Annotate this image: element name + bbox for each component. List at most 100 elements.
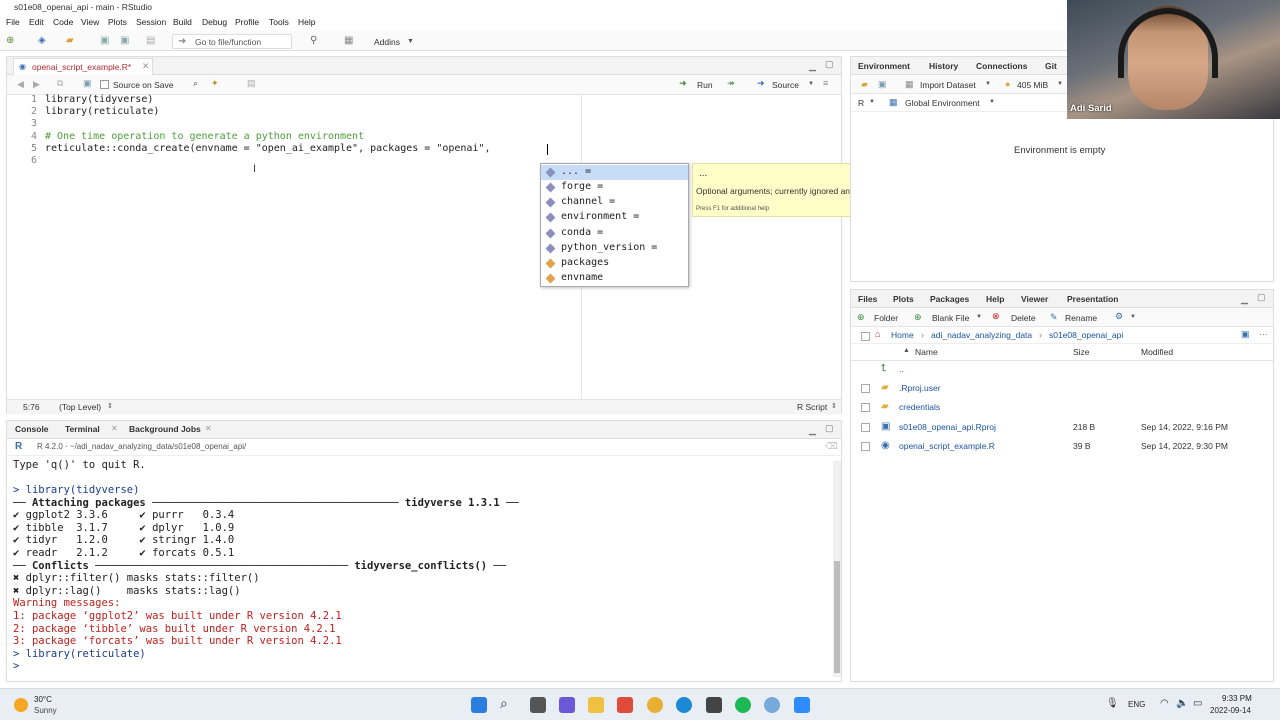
clock-date[interactable]: 2022-09-14 bbox=[1210, 706, 1251, 715]
tab-connections[interactable]: Connections bbox=[976, 61, 1027, 71]
row-checkbox[interactable] bbox=[861, 403, 870, 412]
menu-session[interactable]: Session bbox=[136, 17, 166, 27]
rename-button[interactable]: Rename bbox=[1065, 313, 1097, 323]
windows-start-icon[interactable] bbox=[471, 697, 487, 713]
file-row-parent[interactable]: ⮤ .. bbox=[851, 360, 1273, 379]
go-to-dir-icon[interactable]: ▣ bbox=[1241, 329, 1250, 340]
crumb-current[interactable]: s01e08_openai_api bbox=[1049, 330, 1123, 340]
file-row[interactable]: ◉ openai_script_example.R 39 B Sep 14, 2… bbox=[851, 437, 1273, 456]
autocomplete-item[interactable]: packages bbox=[541, 256, 688, 271]
gear-icon[interactable]: ⚙ bbox=[1115, 311, 1123, 322]
task-view-icon[interactable] bbox=[530, 697, 546, 713]
scope-selector[interactable]: Global Environment bbox=[905, 98, 980, 108]
search-icon[interactable]: ⌕ bbox=[193, 78, 198, 89]
row-checkbox[interactable] bbox=[861, 384, 870, 393]
tab-terminal[interactable]: Terminal bbox=[65, 424, 100, 434]
new-project-icon[interactable]: ◈ bbox=[38, 35, 46, 46]
tab-help[interactable]: Help bbox=[986, 294, 1004, 304]
tab-plots[interactable]: Plots bbox=[893, 294, 914, 304]
row-checkbox[interactable] bbox=[861, 423, 870, 432]
code-line[interactable]: library(reticulate) bbox=[45, 106, 159, 117]
volume-icon[interactable]: 🔈 bbox=[1176, 698, 1188, 709]
more-icon[interactable]: ⋯ bbox=[1259, 329, 1268, 340]
minimize-pane-icon[interactable]: ▁ bbox=[1241, 294, 1248, 305]
close-tab-icon[interactable]: ✕ bbox=[142, 61, 150, 72]
maximize-pane-icon[interactable]: ▢ bbox=[825, 423, 834, 434]
save-workspace-icon[interactable]: ▣ bbox=[878, 79, 887, 90]
edge-icon[interactable] bbox=[676, 697, 692, 713]
microphone-icon[interactable]: 🎙 bbox=[1106, 698, 1119, 709]
file-row[interactable]: ▰ credentials bbox=[851, 398, 1273, 417]
show-in-window-icon[interactable]: ⧉ bbox=[57, 78, 63, 89]
terminal-icon[interactable] bbox=[706, 697, 722, 713]
autocomplete-item[interactable]: ... = bbox=[541, 165, 688, 180]
code-line[interactable]: library(tidyverse) bbox=[45, 94, 153, 105]
rstudio-icon[interactable] bbox=[764, 697, 780, 713]
editor-tab-openai-script[interactable]: ◉ openai_script_example.R* ✕ bbox=[13, 58, 153, 75]
source-button[interactable]: Source bbox=[772, 80, 799, 90]
new-folder-button[interactable]: Folder bbox=[874, 313, 898, 323]
menu-edit[interactable]: Edit bbox=[29, 17, 44, 27]
open-file-icon[interactable]: ▰ bbox=[66, 35, 74, 46]
language-selector[interactable]: R bbox=[858, 98, 864, 108]
file-type-selector[interactable]: R Script bbox=[797, 402, 827, 412]
close-tab-icon[interactable]: ✕ bbox=[205, 424, 212, 433]
code-line[interactable]: reticulate::conda_create(envname = "open… bbox=[45, 143, 497, 154]
delete-button[interactable]: Delete bbox=[1011, 313, 1036, 323]
tab-files[interactable]: Files bbox=[858, 294, 877, 304]
col-name[interactable]: Name bbox=[915, 347, 938, 357]
outline-icon[interactable]: ≡ bbox=[823, 78, 828, 88]
input-language[interactable]: ENG bbox=[1128, 700, 1145, 709]
code-line-comment[interactable]: # One time operation to generate a pytho… bbox=[45, 131, 364, 142]
forward-icon[interactable]: ▶ bbox=[33, 79, 40, 90]
select-all-checkbox[interactable] bbox=[861, 332, 870, 341]
source-on-save-checkbox[interactable] bbox=[100, 80, 109, 89]
battery-icon[interactable]: ▭ bbox=[1193, 698, 1202, 709]
maximize-pane-icon[interactable]: ▢ bbox=[1257, 292, 1266, 303]
file-row[interactable]: ▣ s01e08_openai_api.Rproj 218 B Sep 14, … bbox=[851, 418, 1273, 437]
tab-history[interactable]: History bbox=[929, 61, 958, 71]
autocomplete-item[interactable]: conda = bbox=[541, 226, 688, 241]
blank-file-button[interactable]: Blank File bbox=[932, 313, 969, 323]
scope-selector[interactable]: (Top Level) bbox=[59, 402, 101, 412]
grid-layout-icon[interactable]: ▦ bbox=[344, 35, 353, 46]
console-scroll-thumb[interactable] bbox=[834, 561, 840, 673]
crumb-home[interactable]: Home bbox=[891, 330, 914, 340]
autocomplete-item[interactable]: forge = bbox=[541, 180, 688, 195]
run-button[interactable]: Run bbox=[697, 80, 713, 90]
new-file-icon[interactable]: ⊕ bbox=[6, 35, 14, 46]
zoom-icon[interactable] bbox=[794, 697, 810, 713]
menu-build[interactable]: Build bbox=[173, 17, 192, 27]
menu-tools[interactable]: Tools bbox=[269, 17, 289, 27]
office-icon[interactable] bbox=[617, 697, 633, 713]
rerun-icon[interactable]: ↠ bbox=[727, 78, 735, 89]
save-icon[interactable]: ▣ bbox=[100, 35, 109, 46]
col-modified[interactable]: Modified bbox=[1141, 347, 1173, 357]
menu-code[interactable]: Code bbox=[53, 17, 73, 27]
menu-debug[interactable]: Debug bbox=[202, 17, 227, 27]
import-dataset-button[interactable]: Import Dataset bbox=[920, 80, 976, 90]
vcs-icon[interactable]: ⚲ bbox=[310, 35, 317, 46]
console-prompt[interactable]: > bbox=[13, 660, 26, 672]
clear-console-icon[interactable]: ⌫ bbox=[825, 441, 838, 452]
console-output[interactable]: Type 'q()' to quit R. > library(tidyvers… bbox=[7, 457, 831, 681]
search-icon[interactable]: ⌕ bbox=[500, 695, 508, 712]
minimize-pane-icon[interactable]: ▁ bbox=[809, 425, 816, 436]
wifi-icon[interactable]: ◠ bbox=[1160, 698, 1169, 709]
tab-console[interactable]: Console bbox=[15, 424, 49, 434]
menu-plots[interactable]: Plots bbox=[108, 17, 127, 27]
teams-icon[interactable] bbox=[559, 697, 575, 713]
close-tab-icon[interactable]: ✕ bbox=[111, 424, 118, 433]
load-workspace-icon[interactable]: ▰ bbox=[861, 79, 868, 90]
tab-packages[interactable]: Packages bbox=[930, 294, 969, 304]
autocomplete-item[interactable]: python_version = bbox=[541, 241, 688, 256]
compile-report-icon[interactable]: ▤ bbox=[247, 78, 256, 89]
autocomplete-item[interactable]: envname bbox=[541, 271, 688, 286]
maximize-pane-icon[interactable]: ▢ bbox=[825, 59, 834, 70]
tab-git[interactable]: Git bbox=[1045, 61, 1057, 71]
print-icon[interactable]: ▤ bbox=[146, 35, 155, 46]
row-checkbox[interactable] bbox=[861, 442, 870, 451]
col-size[interactable]: Size bbox=[1073, 347, 1090, 357]
back-icon[interactable]: ◀ bbox=[17, 79, 24, 90]
tab-presentation[interactable]: Presentation bbox=[1067, 294, 1119, 304]
